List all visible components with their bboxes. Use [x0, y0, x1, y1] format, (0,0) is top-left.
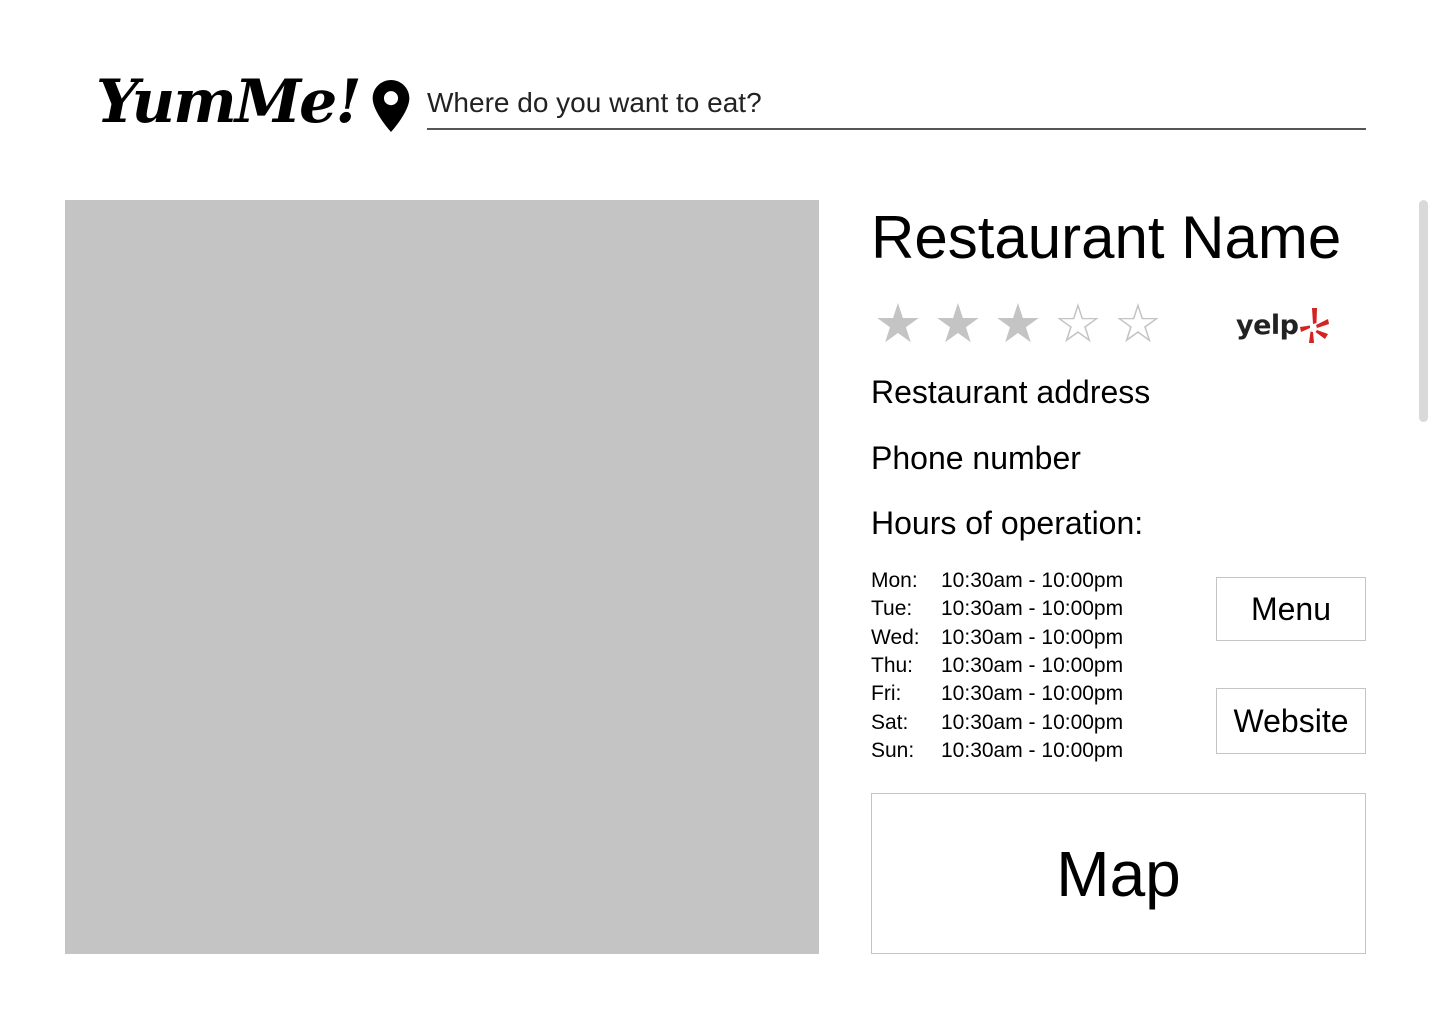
hours-time: 10:30am - 10:00pm	[941, 597, 1124, 621]
star-filled-icon: ★	[873, 292, 923, 355]
website-button[interactable]: Website	[1216, 688, 1366, 754]
restaurant-name: Restaurant Name	[871, 204, 1342, 271]
hours-row: Fri: 10:30am - 10:00pm	[871, 680, 1123, 708]
hours-day: Thu:	[871, 654, 914, 678]
hours-day: Fri:	[871, 682, 902, 706]
hours-row: Sat: 10:30am - 10:00pm	[871, 708, 1123, 736]
yelp-logo[interactable]: yelp	[1236, 300, 1330, 350]
star-empty-icon: ☆	[1053, 292, 1103, 355]
star-filled-icon: ★	[993, 292, 1043, 355]
app-logo[interactable]: YumMe!	[96, 62, 362, 142]
hours-row: Sun: 10:30am - 10:00pm	[871, 737, 1123, 765]
hours-day: Wed:	[871, 625, 920, 649]
hours-day: Tue:	[871, 597, 913, 621]
hours-row: Wed: 10:30am - 10:00pm	[871, 624, 1123, 652]
hours-row: Tue: 10:30am - 10:00pm	[871, 595, 1123, 623]
star-empty-icon: ☆	[1113, 292, 1163, 355]
hours-time: 10:30am - 10:00pm	[941, 625, 1124, 649]
map-button[interactable]: Map	[871, 793, 1366, 954]
map-pin-icon	[372, 80, 410, 132]
hours-row: Mon: 10:30am - 10:00pm	[871, 567, 1123, 595]
map-label: Map	[1056, 837, 1181, 910]
star-rating: ★ ★ ★ ☆ ☆	[871, 292, 1165, 356]
star-filled-icon: ★	[933, 292, 983, 355]
hours-label: Hours of operation:	[871, 505, 1144, 541]
restaurant-address: Restaurant address	[871, 374, 1151, 410]
hours-time: 10:30am - 10:00pm	[941, 569, 1124, 593]
hours-row: Thu: 10:30am - 10:00pm	[871, 652, 1123, 680]
yelp-burst-icon	[1299, 308, 1329, 343]
scrollbar[interactable]	[1419, 200, 1428, 422]
hours-time: 10:30am - 10:00pm	[941, 682, 1124, 706]
restaurant-photo	[65, 200, 819, 954]
phone-number: Phone number	[871, 440, 1081, 476]
hours-day: Sun:	[871, 738, 915, 762]
hours-day: Sat:	[871, 710, 909, 734]
hours-time: 10:30am - 10:00pm	[941, 710, 1124, 734]
hours-list: Mon: 10:30am - 10:00pm Tue: 10:30am - 10…	[871, 567, 1123, 765]
hours-day: Mon:	[871, 569, 918, 593]
hours-time: 10:30am - 10:00pm	[941, 738, 1124, 762]
search-input[interactable]	[427, 78, 1366, 130]
hours-time: 10:30am - 10:00pm	[941, 654, 1124, 678]
menu-button[interactable]: Menu	[1216, 577, 1366, 641]
